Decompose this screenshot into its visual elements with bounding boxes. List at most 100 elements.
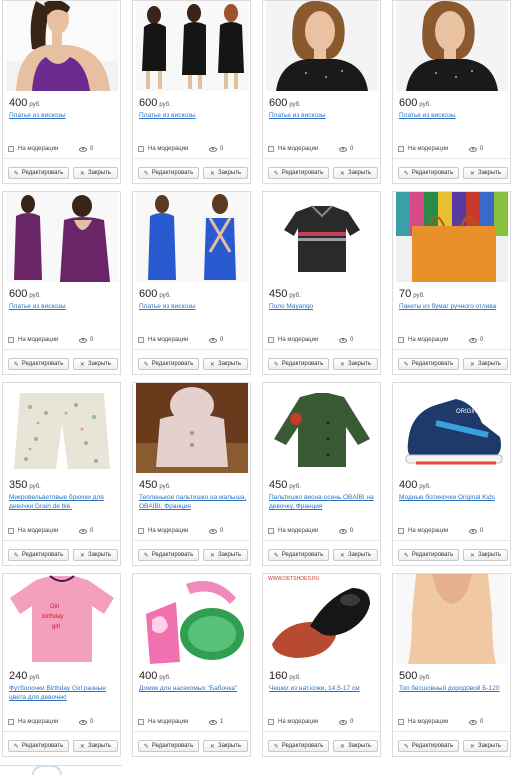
status-icon xyxy=(138,528,144,534)
view-count: 0 xyxy=(79,337,93,343)
close-button[interactable]: ✕ Закрыть xyxy=(73,740,118,752)
listing-title-link[interactable]: Поло Mayango xyxy=(269,302,379,322)
product-image[interactable] xyxy=(266,1,378,91)
edit-button[interactable]: ✎ Редактировать xyxy=(138,358,199,370)
product-image[interactable] xyxy=(6,1,118,91)
listing-title-link[interactable]: Футболочки Birthday Girl разные цвета дл… xyxy=(9,684,119,704)
listing-title-link[interactable]: Платье из вискозы xyxy=(9,302,119,322)
listing-title-link[interactable]: Платье из вискозы xyxy=(399,111,509,131)
status-icon xyxy=(8,337,14,343)
close-button[interactable]: ✕ Закрыть xyxy=(463,167,508,179)
price: 400 руб. xyxy=(399,479,431,491)
price: 400 руб. xyxy=(9,97,41,109)
edit-button[interactable]: ✎ Редактировать xyxy=(138,549,199,561)
edit-button[interactable]: ✎ Редактировать xyxy=(268,167,329,179)
moderation-status: На модерации xyxy=(398,528,448,534)
close-button[interactable]: ✕ Закрыть xyxy=(203,740,248,752)
listing-title-link[interactable]: Платье из вискозы xyxy=(139,111,249,131)
pencil-icon: ✎ xyxy=(273,361,279,368)
view-count: 0 xyxy=(79,719,93,725)
divider xyxy=(263,731,380,732)
edit-button[interactable]: ✎ Редактировать xyxy=(268,358,329,370)
listing-card: 600 руб. Платье из вискозы На модерации 0… xyxy=(132,0,251,184)
product-image[interactable] xyxy=(396,192,508,282)
close-button[interactable]: ✕ Закрыть xyxy=(463,358,508,370)
close-button[interactable]: ✕ Закрыть xyxy=(73,358,118,370)
listing-title-link[interactable]: Тепленькое пальтишко на малыша, OBAÏBI, … xyxy=(139,493,249,513)
status-icon xyxy=(8,719,14,725)
listing-title-link[interactable]: Платье из вискозы xyxy=(269,111,379,131)
listing-title-link[interactable]: Чешки из нат.кожи, 14,5-17 см xyxy=(269,684,379,704)
listing-title-link[interactable]: Пальтишко весна-осень OBAÏBI на девочку,… xyxy=(269,493,379,513)
product-image[interactable] xyxy=(266,383,378,473)
product-image[interactable] xyxy=(396,1,508,91)
product-image[interactable] xyxy=(266,192,378,282)
view-count: 0 xyxy=(339,719,353,725)
close-icon: ✕ xyxy=(469,552,475,559)
price: 400 руб. xyxy=(139,670,171,682)
eye-icon xyxy=(469,528,477,534)
product-image[interactable] xyxy=(136,383,248,473)
edit-button[interactable]: ✎ Редактировать xyxy=(398,167,459,179)
listing-title-link[interactable]: Микровельветовые брючки для девочки Grai… xyxy=(9,493,119,513)
listing-title-link[interactable]: Домик для насекомых "Бабочка" xyxy=(139,684,249,704)
shirt-print-line3: girl xyxy=(52,624,60,630)
close-button[interactable]: ✕ Закрыть xyxy=(333,167,378,179)
product-image[interactable] xyxy=(6,383,118,473)
product-image[interactable] xyxy=(396,574,508,664)
pencil-icon: ✎ xyxy=(143,170,149,177)
product-image[interactable] xyxy=(136,1,248,91)
close-icon: ✕ xyxy=(209,170,215,177)
product-image[interactable] xyxy=(136,192,248,282)
listing-title-link[interactable]: Платье из вискозы xyxy=(139,302,249,322)
divider xyxy=(133,158,250,159)
close-button[interactable]: ✕ Закрыть xyxy=(203,167,248,179)
product-image[interactable]: ORIGINAL xyxy=(396,383,508,473)
edit-button[interactable]: ✎ Редактировать xyxy=(8,358,69,370)
listing-title-link[interactable]: Топ бесшовный дородовой Б-120 xyxy=(399,684,509,704)
close-button[interactable]: ✕ Закрыть xyxy=(73,167,118,179)
edit-button[interactable]: ✎ Редактировать xyxy=(8,740,69,752)
close-icon: ✕ xyxy=(79,552,85,559)
divider xyxy=(3,540,120,541)
edit-button[interactable]: ✎ Редактировать xyxy=(8,167,69,179)
moderation-status: На модерации xyxy=(398,337,448,343)
edit-button[interactable]: ✎ Редактировать xyxy=(398,358,459,370)
close-button[interactable]: ✕ Закрыть xyxy=(463,549,508,561)
price: 160 руб. xyxy=(269,670,301,682)
moderation-status: На модерации xyxy=(8,337,58,343)
listing-title-link[interactable]: Платье из вискозы xyxy=(9,111,119,131)
close-icon: ✕ xyxy=(469,743,475,750)
product-image[interactable] xyxy=(6,192,118,282)
close-button[interactable]: ✕ Закрыть xyxy=(333,358,378,370)
listing-title-link[interactable]: Пакеты из бумаг ручного отлива xyxy=(399,302,509,322)
view-count: 0 xyxy=(339,146,353,152)
edit-button[interactable]: ✎ Редактировать xyxy=(138,167,199,179)
close-button[interactable]: ✕ Закрыть xyxy=(203,549,248,561)
moderation-status: На модерации xyxy=(398,146,448,152)
close-icon: ✕ xyxy=(209,552,215,559)
next-card-image-edge xyxy=(32,765,62,775)
close-button[interactable]: ✕ Закрыть xyxy=(333,549,378,561)
edit-button[interactable]: ✎ Редактировать xyxy=(268,740,329,752)
close-button[interactable]: ✕ Закрыть xyxy=(333,740,378,752)
product-image[interactable]: Girl birthday girl xyxy=(6,574,118,664)
divider xyxy=(133,349,250,350)
edit-button[interactable]: ✎ Редактировать xyxy=(398,740,459,752)
divider xyxy=(393,731,510,732)
edit-button[interactable]: ✎ Редактировать xyxy=(398,549,459,561)
close-button[interactable]: ✕ Закрыть xyxy=(73,549,118,561)
moderation-status: На модерации xyxy=(8,719,58,725)
moderation-status: На модерации xyxy=(8,528,58,534)
product-image[interactable]: WWW.DETSHOES.RU xyxy=(266,574,378,664)
listing-title-link[interactable]: Модные ботиночки Original Kids xyxy=(399,493,509,513)
edit-button[interactable]: ✎ Редактировать xyxy=(138,740,199,752)
product-image[interactable] xyxy=(136,574,248,664)
close-button[interactable]: ✕ Закрыть xyxy=(463,740,508,752)
close-icon: ✕ xyxy=(209,361,215,368)
moderation-status: На модерации xyxy=(398,719,448,725)
edit-button[interactable]: ✎ Редактировать xyxy=(268,549,329,561)
close-button[interactable]: ✕ Закрыть xyxy=(203,358,248,370)
edit-button[interactable]: ✎ Редактировать xyxy=(8,549,69,561)
shirt-print-line2: birthday xyxy=(42,614,63,620)
